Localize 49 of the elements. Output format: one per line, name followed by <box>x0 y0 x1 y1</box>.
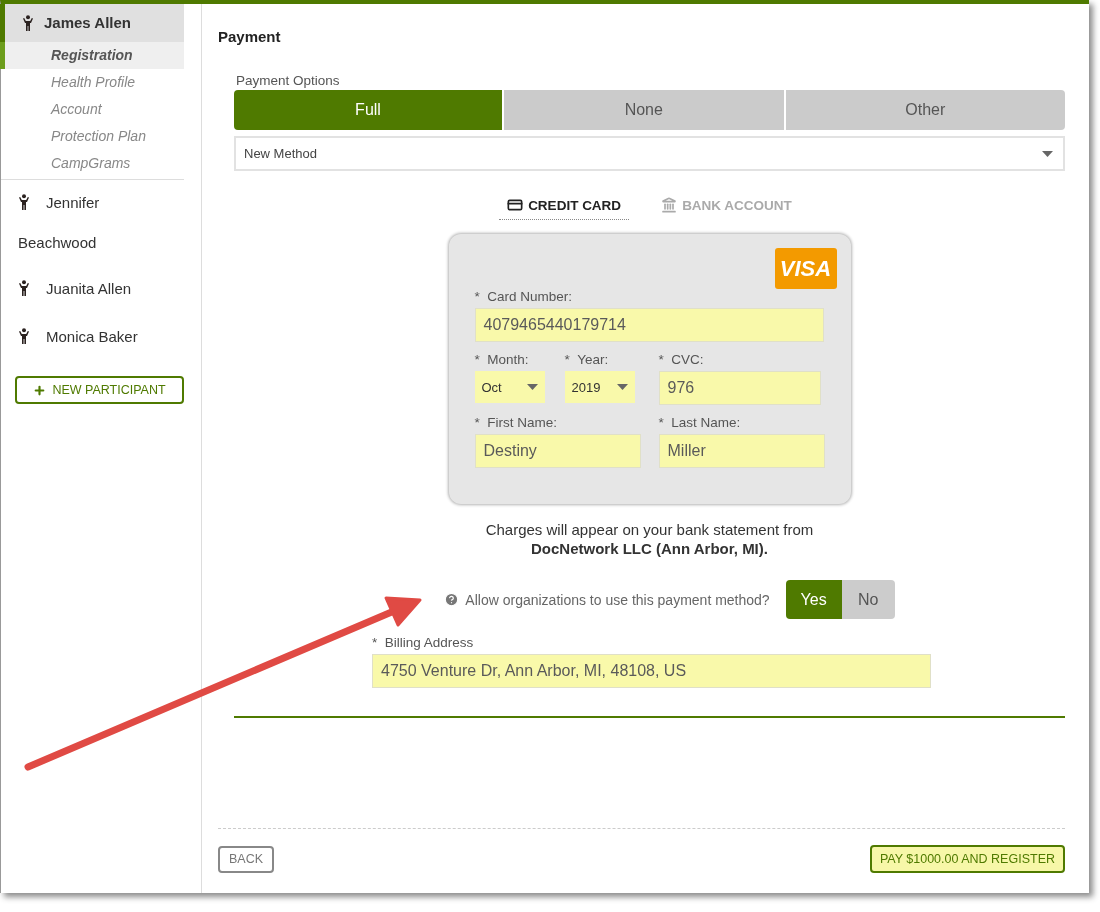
select-field[interactable]: Oct <box>474 371 545 403</box>
field-label: * Card Number: <box>474 289 574 304</box>
input-field[interactable]: 976 <box>658 371 821 405</box>
sidebar-subitem[interactable]: Account <box>1 96 184 123</box>
field-label: * First Name: <box>474 415 559 430</box>
caret-icon <box>526 384 538 390</box>
payment-options-label: Payment Options <box>236 73 341 88</box>
page-title: Payment <box>218 28 282 45</box>
caret-icon <box>1042 150 1053 157</box>
credit-card-icon <box>507 197 524 213</box>
visa-logo: VISA <box>774 248 837 289</box>
person-icon <box>18 328 30 344</box>
input-field[interactable]: Destiny <box>474 434 641 468</box>
participant-item[interactable]: James Allen <box>0 4 184 42</box>
input-field[interactable]: 4750 Venture Dr, Ann Arbor, MI, 48108, US <box>372 654 931 688</box>
field-label: * Month: <box>474 352 530 367</box>
plus-icon <box>33 383 47 397</box>
sidebar-subitem[interactable]: CampGrams <box>1 150 184 177</box>
participant-item[interactable]: Monica Baker <box>1 314 185 362</box>
payment-option[interactable]: Full <box>234 90 502 130</box>
sidebar-subitem[interactable]: Protection Plan <box>1 123 184 150</box>
sidebar-subitem[interactable]: Registration <box>0 42 184 69</box>
field-label: * Year: <box>564 352 610 367</box>
input-field[interactable]: 4079465440179714 <box>474 308 824 342</box>
sidebar-subitem[interactable]: Health Profile <box>1 69 184 96</box>
method-tab[interactable]: CREDIT CARD <box>499 197 630 220</box>
caret-icon <box>616 384 628 390</box>
field-label: * CVC: <box>658 352 705 367</box>
person-icon <box>22 15 34 31</box>
participant-item[interactable]: Juanita Allen <box>1 266 185 314</box>
back-button[interactable]: BACK <box>218 845 275 873</box>
payment-option[interactable]: None <box>504 90 784 130</box>
input-field[interactable]: Miller <box>658 434 825 468</box>
statement-notice: Charges will appear on your bank statement from DocNetwork LLC (Ann Arbor, MI). <box>484 520 815 558</box>
field-label: * Last Name: <box>658 415 742 430</box>
person-icon <box>18 280 30 296</box>
payment-option[interactable]: Other <box>785 90 1065 130</box>
toggle-option[interactable]: Yes <box>785 580 842 619</box>
pay-button[interactable]: PAY $1000.00 AND REGISTER <box>869 845 1065 873</box>
new-participant-button[interactable]: NEW PARTICIPANT <box>15 376 184 404</box>
toggle-option[interactable]: No <box>841 580 895 619</box>
select-field[interactable]: 2019 <box>564 371 635 403</box>
field-label: * Billing Address <box>372 635 475 650</box>
bank-icon <box>661 197 678 213</box>
person-icon <box>18 194 30 210</box>
help-icon[interactable] <box>444 592 460 607</box>
allow-question: Allow organizations to use this payment method? <box>465 591 770 608</box>
participant-item[interactable]: Jennifer Beachwood <box>1 180 185 266</box>
method-select[interactable]: New Method <box>234 136 1065 171</box>
